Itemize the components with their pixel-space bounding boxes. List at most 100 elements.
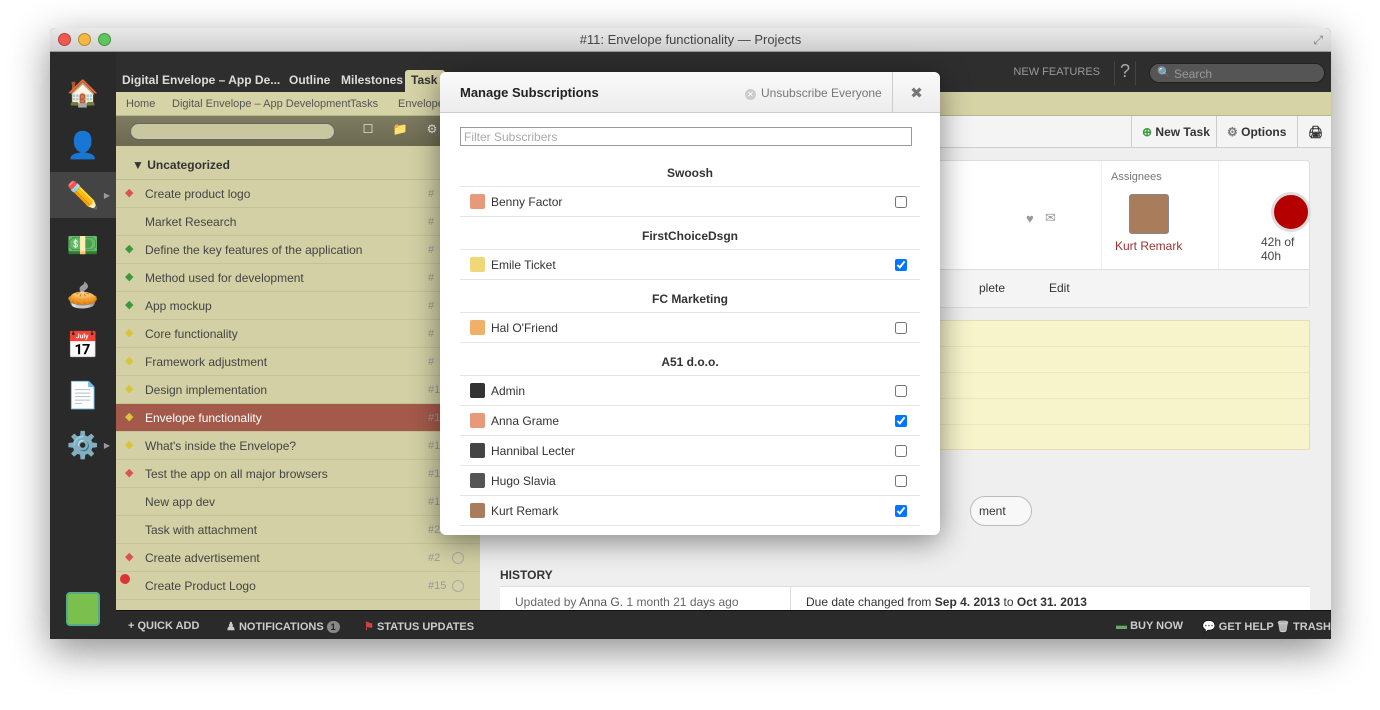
task-row[interactable]: New app dev #1 — [116, 488, 480, 516]
mail-icon[interactable]: ✉ — [1045, 210, 1056, 226]
dialog-header: Manage Subscriptions ✕ Unsubscribe Everyo… — [440, 72, 940, 113]
notifications-button[interactable]: ♟ NOTIFICATIONS 1 — [226, 620, 340, 633]
search-input[interactable]: 🔍 Search — [1149, 63, 1325, 83]
tab-project[interactable]: Digital Envelope – App De... — [116, 70, 286, 92]
subscribe-checkbox[interactable] — [895, 259, 907, 271]
subscriber-row[interactable]: Hannibal Lecter — [460, 436, 920, 466]
subscriber-row[interactable]: Admin — [460, 376, 920, 406]
task-list-pane: ☐ 📁 ⚙ ▼ Uncategorized ◆ Create product lo… — [116, 116, 480, 610]
subscriber-row[interactable]: Emile Ticket — [460, 250, 920, 280]
group-name: Uncategorized — [147, 158, 230, 172]
task-row[interactable]: Market Research # — [116, 208, 480, 236]
task-filter-input[interactable] — [130, 123, 335, 140]
filter-subscribers-input[interactable] — [460, 127, 912, 146]
plus-icon: + — [128, 620, 135, 632]
assignee-name[interactable]: Kurt Remark — [1115, 239, 1182, 253]
subscriber-row[interactable]: Benny Factor — [460, 187, 920, 217]
history-row: Updated by Anna G. 1 month 21 days ago D… — [500, 586, 1310, 611]
status-updates-button[interactable]: ⚑ STATUS UPDATES — [364, 620, 474, 633]
history-prefix: Updated by — [515, 595, 577, 609]
task-row[interactable]: ◆ App mockup # — [116, 292, 480, 320]
reports-pie-icon[interactable]: 🥧 — [50, 272, 116, 318]
breadcrumb-project[interactable]: Digital Envelope – App Development — [172, 98, 351, 110]
task-row[interactable]: ◆ Create advertisement #2 — [116, 544, 480, 572]
subscribe-checkbox[interactable] — [895, 445, 907, 457]
comment-button[interactable]: ment — [970, 496, 1032, 526]
task-row[interactable]: ◆ Framework adjustment # — [116, 348, 480, 376]
get-help-button[interactable]: 💬 GET HELP — [1202, 620, 1274, 633]
task-number: #1 — [428, 496, 441, 508]
task-row[interactable]: Create Product Logo #15 — [116, 572, 480, 600]
help-icon[interactable]: ? — [1114, 61, 1136, 85]
subscriber-row[interactable]: Anna Grame — [460, 406, 920, 436]
task-row[interactable]: ◆ Method used for development # — [116, 264, 480, 292]
flag-icon: ⚑ — [364, 621, 374, 633]
money-icon[interactable]: 💵 — [50, 222, 116, 268]
task-row[interactable]: Task with attachment #2 — [116, 516, 480, 544]
breadcrumb-home[interactable]: Home — [126, 98, 155, 110]
subscriber-row[interactable]: Hugo Slavia — [460, 466, 920, 496]
subscribe-checkbox[interactable] — [895, 475, 907, 487]
task-row[interactable]: ◆ Define the key features of the applicat… — [116, 236, 480, 264]
subscribe-checkbox[interactable] — [895, 322, 907, 334]
options-button[interactable]: ⚙ Options — [1216, 116, 1296, 148]
task-number: # — [428, 356, 435, 368]
subscribe-checkbox[interactable] — [895, 385, 907, 397]
documents-icon[interactable]: 📄 — [50, 372, 116, 418]
breadcrumb-tasks[interactable]: Tasks — [350, 98, 378, 110]
task-row[interactable]: ◆ Create product logo # — [116, 180, 480, 208]
complete-circle-icon[interactable] — [452, 552, 464, 564]
folder-icon[interactable]: 📁 — [391, 122, 409, 140]
divider — [790, 587, 791, 611]
subscriber-name: Hugo Slavia — [491, 474, 556, 488]
print-icon[interactable]: 🖨 — [1297, 116, 1331, 148]
complete-circle-icon[interactable] — [452, 580, 464, 592]
subscriber-name: Hal O'Friend — [491, 321, 558, 335]
buy-now-button[interactable]: ▬ BUY NOW — [1116, 620, 1183, 632]
tab-tasks[interactable]: Task — [405, 70, 445, 92]
trash-button[interactable]: 🗑 TRASH — [1276, 620, 1331, 633]
new-task-button[interactable]: ⊕ New Task — [1131, 116, 1215, 148]
money-icon: ▬ — [1116, 620, 1127, 632]
notifications-badge: 1 — [326, 621, 340, 633]
company-header: FirstChoiceDsgn — [460, 220, 920, 250]
unsubscribe-everyone-button[interactable]: ✕ Unsubscribe Everyone — [745, 86, 882, 100]
triangle-down-icon: ▼ — [132, 158, 148, 172]
task-row[interactable]: ◆ Test the app on all major browsers #1 — [116, 460, 480, 488]
gear-icon[interactable]: ⚙ — [423, 122, 441, 140]
user-avatar[interactable] — [66, 592, 100, 626]
history-user[interactable]: Anna G. — [579, 595, 623, 609]
calendar-icon[interactable]: 📅 — [50, 322, 116, 368]
task-row[interactable]: ◆ Core functionality # — [116, 320, 480, 348]
options-label: Options — [1241, 125, 1287, 139]
task-row[interactable]: ◆ What's inside the Envelope? #1 — [116, 432, 480, 460]
heart-icon[interactable]: ♥ — [1026, 211, 1034, 226]
task-row[interactable]: ◆ Design implementation #1 — [116, 376, 480, 404]
company-header: Swoosh — [460, 157, 920, 187]
home-icon[interactable]: 🏠 — [50, 70, 116, 116]
task-name: Market Research — [145, 215, 237, 229]
task-number: #1 — [428, 440, 441, 452]
subscribe-checkbox[interactable] — [895, 505, 907, 517]
projects-icon[interactable]: ✏️ ▶ — [50, 172, 116, 218]
unsubscribe-everyone-label: Unsubscribe Everyone — [761, 86, 882, 100]
settings-gear-icon[interactable]: ⚙️ ▶ — [50, 422, 116, 468]
timer-icon[interactable] — [1271, 192, 1311, 232]
people-icon[interactable]: 👤 — [50, 122, 116, 168]
subscribe-checkbox[interactable] — [895, 196, 907, 208]
complete-button[interactable]: plete — [979, 281, 1005, 295]
subscribe-checkbox[interactable] — [895, 415, 907, 427]
task-row[interactable]: ◆ Envelope functionality #1 — [116, 404, 480, 432]
subscriber-row[interactable]: Hal O'Friend — [460, 313, 920, 343]
edit-button[interactable]: Edit — [1049, 281, 1070, 295]
tab-milestones[interactable]: Milestones — [335, 70, 409, 92]
close-dialog-button[interactable]: ✖ — [892, 72, 940, 113]
breadcrumb-envelope[interactable]: Envelope — [398, 98, 444, 110]
new-features-link[interactable]: NEW FEATURES — [1013, 66, 1100, 78]
fullscreen-icon[interactable]: ⤢ — [1313, 33, 1323, 48]
tab-outline[interactable]: Outline — [283, 70, 336, 92]
quick-add-button[interactable]: + QUICK ADD — [128, 620, 199, 632]
group-header[interactable]: ▼ Uncategorized — [116, 146, 480, 180]
checkbox-icon[interactable]: ☐ — [359, 122, 377, 140]
subscriber-row[interactable]: Kurt Remark — [460, 496, 920, 526]
